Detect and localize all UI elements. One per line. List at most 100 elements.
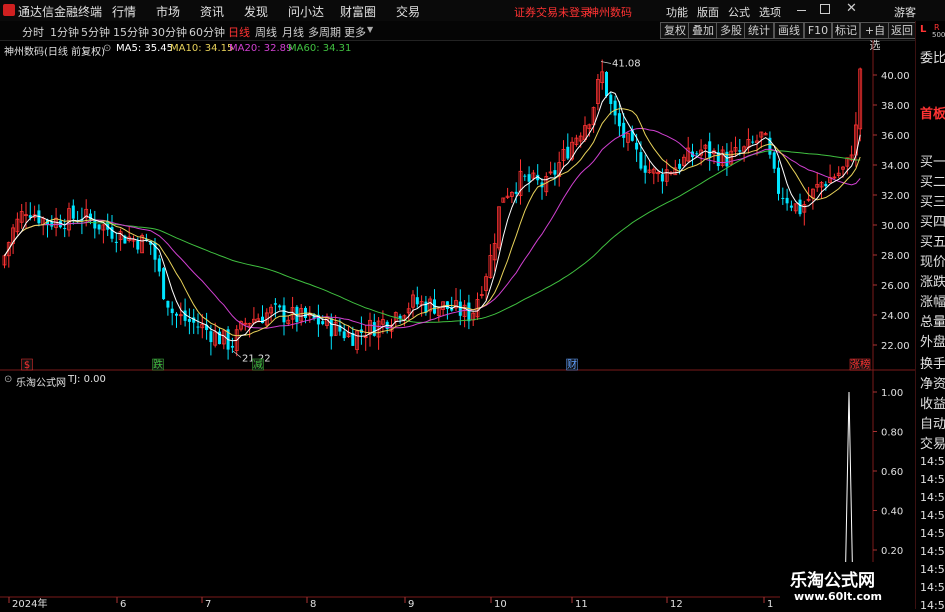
candlesticks (2, 59, 863, 360)
period-1min[interactable]: 1分钟 (50, 24, 79, 40)
panel-time: 14:5 (920, 509, 945, 522)
panel-time: 14:5 (920, 545, 945, 558)
indicator-axis-label: 0.40 (881, 507, 903, 518)
f10-button[interactable]: F10 (804, 22, 832, 39)
panel-label: 首板 (920, 107, 945, 122)
period-daily[interactable]: 日线 (228, 24, 250, 40)
candle-body (738, 150, 742, 152)
restore-rights-button[interactable]: 复权 (660, 22, 690, 39)
event-marker-label: 涨榜 (850, 358, 870, 371)
candle-body (261, 316, 264, 324)
candle-body (566, 146, 570, 159)
candle-body (609, 94, 613, 104)
candle-body (321, 321, 325, 325)
candle-body (553, 170, 557, 175)
panel-label: 买三 (920, 195, 945, 210)
period-30min[interactable]: 30分钟 (151, 24, 187, 40)
menu-quotes[interactable]: 行情 (112, 3, 136, 20)
panel-label: 外盘 (920, 335, 945, 350)
ma5-line (4, 91, 861, 342)
time-axis-label: 8 (310, 599, 316, 609)
event-marker: 财 (566, 358, 578, 371)
candle-body (183, 310, 187, 321)
multi-stock-button[interactable]: 多股 (716, 22, 746, 39)
back-button[interactable]: 返回 (888, 22, 916, 39)
panel-label: 现价 (920, 255, 945, 270)
menu-trade[interactable]: 交易 (396, 3, 420, 20)
menu-discover[interactable]: 发现 (244, 3, 268, 20)
panel-label: 总量 (920, 315, 945, 330)
candle-body (635, 142, 639, 150)
price-axis-label: 30.00 (881, 221, 910, 232)
period-timeshare[interactable]: 分时 (22, 24, 44, 40)
candle-body (136, 240, 140, 250)
menu-function[interactable]: 功能 (666, 4, 688, 20)
close-window-icon[interactable]: ✕ (846, 1, 857, 16)
add-watchlist-button[interactable]: +自选 (860, 22, 890, 52)
period-multi[interactable]: 多周期 (308, 24, 341, 40)
price-axis-label: 38.00 (881, 101, 910, 112)
menu-news[interactable]: 资讯 (200, 3, 224, 20)
candle-body (114, 241, 118, 243)
menu-layout[interactable]: 版面 (697, 4, 719, 20)
chart-grid (0, 40, 915, 598)
event-marker: 涨榜 (849, 358, 871, 371)
menu-wealth[interactable]: 财富圈 (340, 3, 376, 20)
period-5min[interactable]: 5分钟 (81, 24, 110, 40)
high-price-label: 41.08 (612, 59, 641, 70)
candle-body (187, 319, 191, 322)
candle-body (278, 305, 282, 308)
candle-body (372, 322, 376, 336)
candle-body (617, 113, 621, 127)
period-15min[interactable]: 15分钟 (113, 24, 149, 40)
panel-label: 换手 (920, 357, 945, 372)
price-axis-label: 36.00 (881, 131, 910, 142)
draw-line-button[interactable]: 画线 (774, 22, 804, 39)
minimize-window-icon[interactable] (797, 10, 806, 11)
menu-ask[interactable]: 问小达 (288, 3, 324, 20)
period-60min[interactable]: 60分钟 (189, 24, 225, 40)
candle-body (424, 301, 428, 313)
price-axis-label: 28.00 (881, 251, 910, 262)
candle-body (824, 183, 828, 187)
panel-time: 14:5 (920, 599, 945, 612)
panel-label: 买四 (920, 215, 945, 230)
menu-formula[interactable]: 公式 (728, 4, 750, 20)
ma10-line (4, 108, 861, 337)
overlay-button[interactable]: 叠加 (688, 22, 718, 39)
candle-body (708, 141, 712, 158)
time-axis-label: 12 (670, 599, 683, 609)
menu-options[interactable]: 选项 (759, 4, 781, 20)
candle-body (97, 224, 101, 230)
mark-button[interactable]: 标记 (832, 22, 860, 39)
ma20-line (4, 127, 861, 329)
period-monthly[interactable]: 月线 (282, 24, 304, 40)
time-axis-label: 6 (120, 599, 126, 609)
candle-body (71, 205, 75, 219)
candle-body (63, 228, 67, 230)
panel-label: 净资 (920, 377, 945, 392)
indicator-axis-label: 1.00 (881, 388, 903, 399)
candle-body (157, 258, 161, 272)
panel-l-label: L (920, 24, 927, 35)
more-dropdown-icon[interactable]: ▼ (367, 25, 373, 34)
price-axis-label: 24.00 (881, 311, 910, 322)
candle-body (751, 141, 755, 143)
menu-market[interactable]: 市场 (156, 3, 180, 20)
kline-chart[interactable]: 40.00 38.00 36.00 34.00 32.00 30.00 28.00 26.00… (0, 40, 915, 609)
quote-side-panel: L R 500 委比 首板 买一 买二 买三 买四 买五 现价 涨跌 涨幅 总量 外盘 换手 净资 收益 自动… (915, 21, 945, 612)
guest-user[interactable]: 游客 (894, 4, 916, 20)
app-title: 通达信金融终端 (18, 5, 103, 19)
panel-time: 14:5 (920, 527, 945, 540)
restore-window-icon[interactable] (820, 4, 830, 14)
panel-time: 14:5 (920, 563, 945, 576)
indicator-axis-label: 0.80 (881, 428, 903, 439)
event-marker-label: 跌 (153, 358, 163, 371)
statistics-button[interactable]: 统计 (744, 22, 774, 39)
trade-login-notice[interactable]: 证券交易未登录 (514, 4, 591, 20)
panel-time: 14:5 (920, 455, 945, 468)
period-weekly[interactable]: 周线 (255, 24, 277, 40)
candle-body (523, 175, 527, 177)
period-more[interactable]: 更多 (344, 24, 366, 40)
panel-label: 收益 (920, 397, 945, 412)
